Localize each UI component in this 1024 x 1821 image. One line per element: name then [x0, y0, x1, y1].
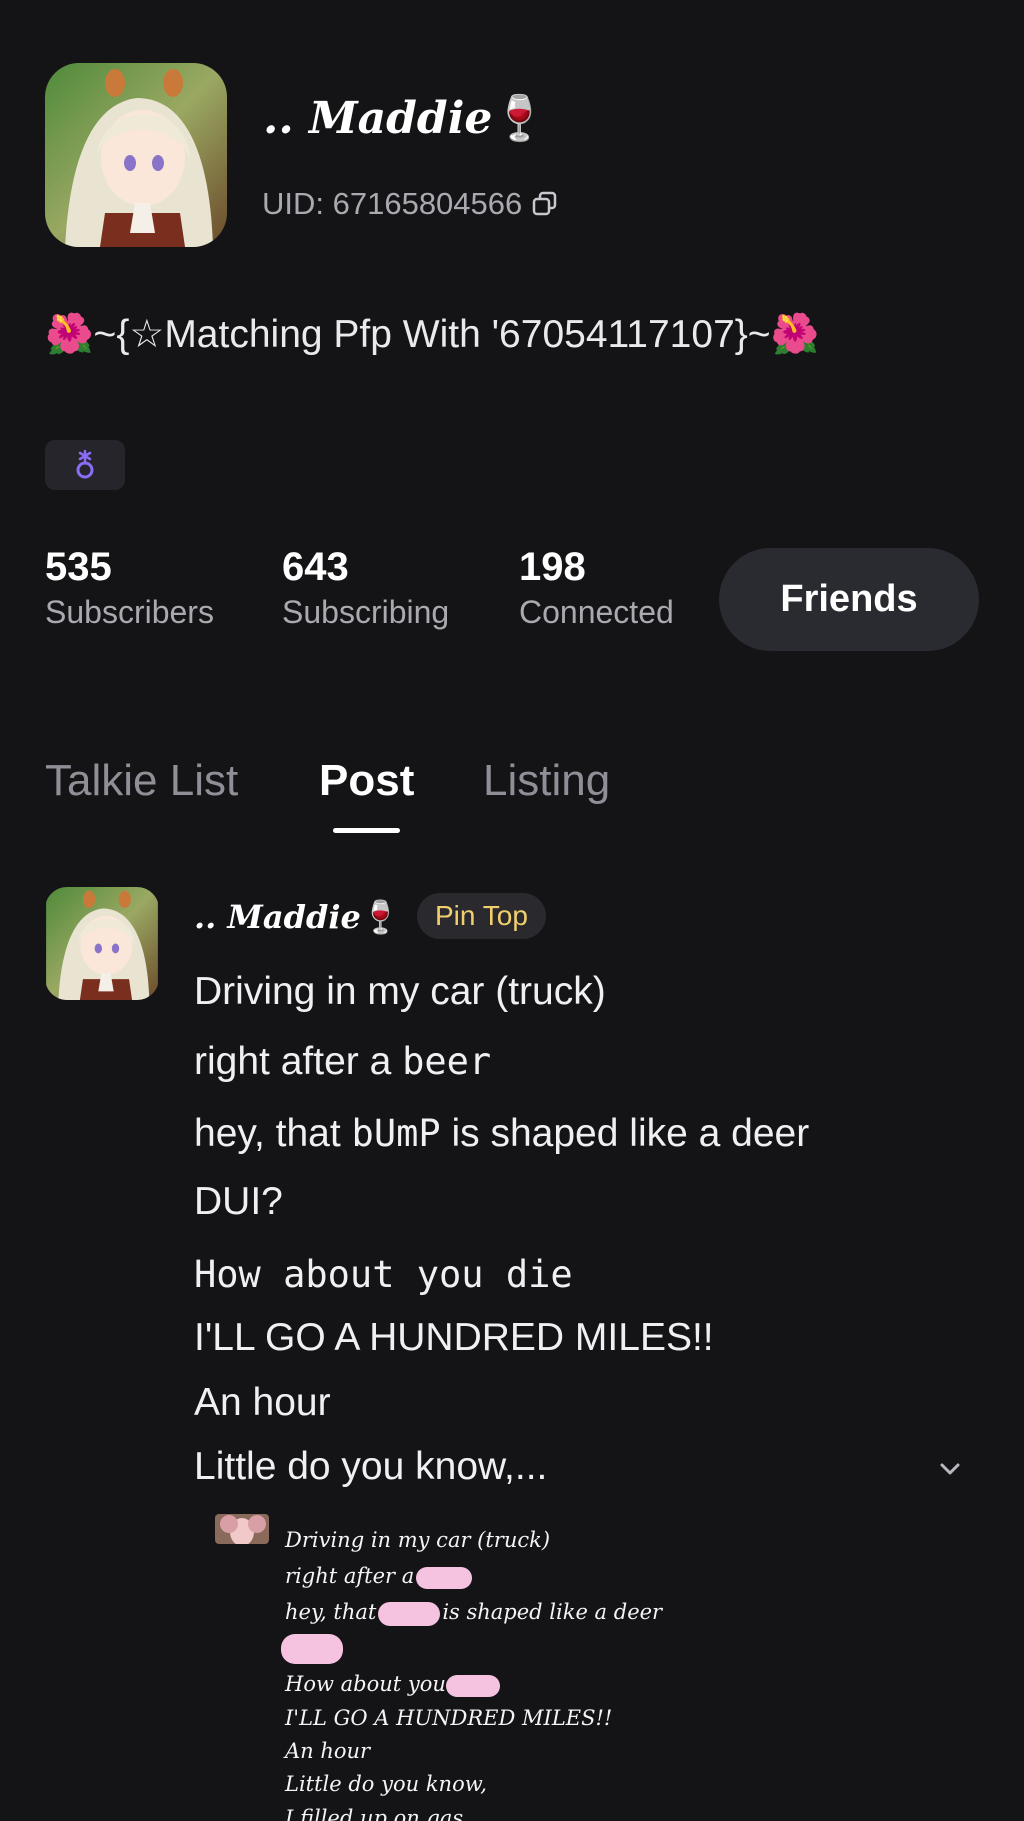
male-symbol-icon — [76, 449, 94, 479]
pink-blob — [445, 1674, 500, 1697]
stat-value: 535 — [45, 545, 112, 589]
pink-blob — [281, 1634, 343, 1664]
tab-post[interactable]: Post — [319, 756, 414, 806]
pink-blob — [378, 1601, 441, 1626]
image-text-line: Little do you know, — [285, 1772, 487, 1796]
post-author-avatar[interactable] — [45, 887, 159, 1000]
image-text-line: I filled up on gas — [285, 1806, 464, 1821]
display-name: .. Maddie🍷 — [263, 93, 548, 144]
copy-icon[interactable] — [530, 189, 560, 219]
tab-talkie-list[interactable]: Talkie List — [45, 756, 238, 806]
post-line: An hour — [194, 1381, 331, 1424]
post-line: How about you die — [194, 1253, 573, 1296]
post-line: DUI? — [194, 1180, 283, 1223]
image-text-line: I'LL GO A HUNDRED MILES!! — [285, 1706, 613, 1730]
image-text-line: right after a — [285, 1564, 473, 1589]
post-author-name[interactable]: .. Maddie🍷 — [194, 898, 401, 936]
post-line: Little do you know,... — [194, 1445, 548, 1488]
post-line: hey, that bUmP is shaped like a deer — [194, 1112, 810, 1155]
pink-blob — [416, 1566, 473, 1589]
image-text-line: hey, that is shaped like a deer — [285, 1600, 663, 1626]
image-thumbnail — [215, 1514, 269, 1544]
uid-row: UID: 67165804566 — [262, 186, 560, 222]
image-text-line: How about you — [285, 1672, 500, 1697]
tab-listing[interactable]: Listing — [483, 756, 610, 806]
chevron-down-icon[interactable] — [936, 1455, 964, 1483]
stat-label: Subscribers — [45, 594, 214, 630]
stat-connected[interactable]: 198 Connected — [519, 545, 674, 631]
image-text-line — [281, 1634, 343, 1664]
stat-value: 643 — [282, 545, 349, 589]
gender-badge — [45, 440, 125, 490]
bio-text: 🌺~{☆Matching Pfp With '67054117107}~🌺 — [45, 313, 820, 356]
stat-label: Connected — [519, 594, 674, 630]
image-text-line: Driving in my car (truck) — [285, 1528, 551, 1552]
post-line: Driving in my car (truck) — [194, 970, 606, 1013]
post-image[interactable]: Driving in my car (truck) right after a … — [209, 1510, 709, 1821]
profile-avatar[interactable] — [45, 63, 227, 247]
image-text-line: An hour — [285, 1739, 371, 1763]
post-line: I'LL GO A HUNDRED MILES!! — [194, 1316, 714, 1359]
pin-top-badge: Pin Top — [417, 893, 546, 939]
active-tab-indicator — [333, 828, 400, 833]
stat-value: 198 — [519, 545, 586, 589]
stat-label: Subscribing — [282, 594, 450, 630]
friends-button[interactable]: Friends — [719, 548, 979, 651]
stat-subscribers[interactable]: 535 Subscribers — [45, 545, 214, 631]
post-line: right after a beer — [194, 1040, 492, 1083]
stat-subscribing[interactable]: 643 Subscribing — [282, 545, 449, 631]
uid-text: UID: 67165804566 — [262, 186, 523, 221]
